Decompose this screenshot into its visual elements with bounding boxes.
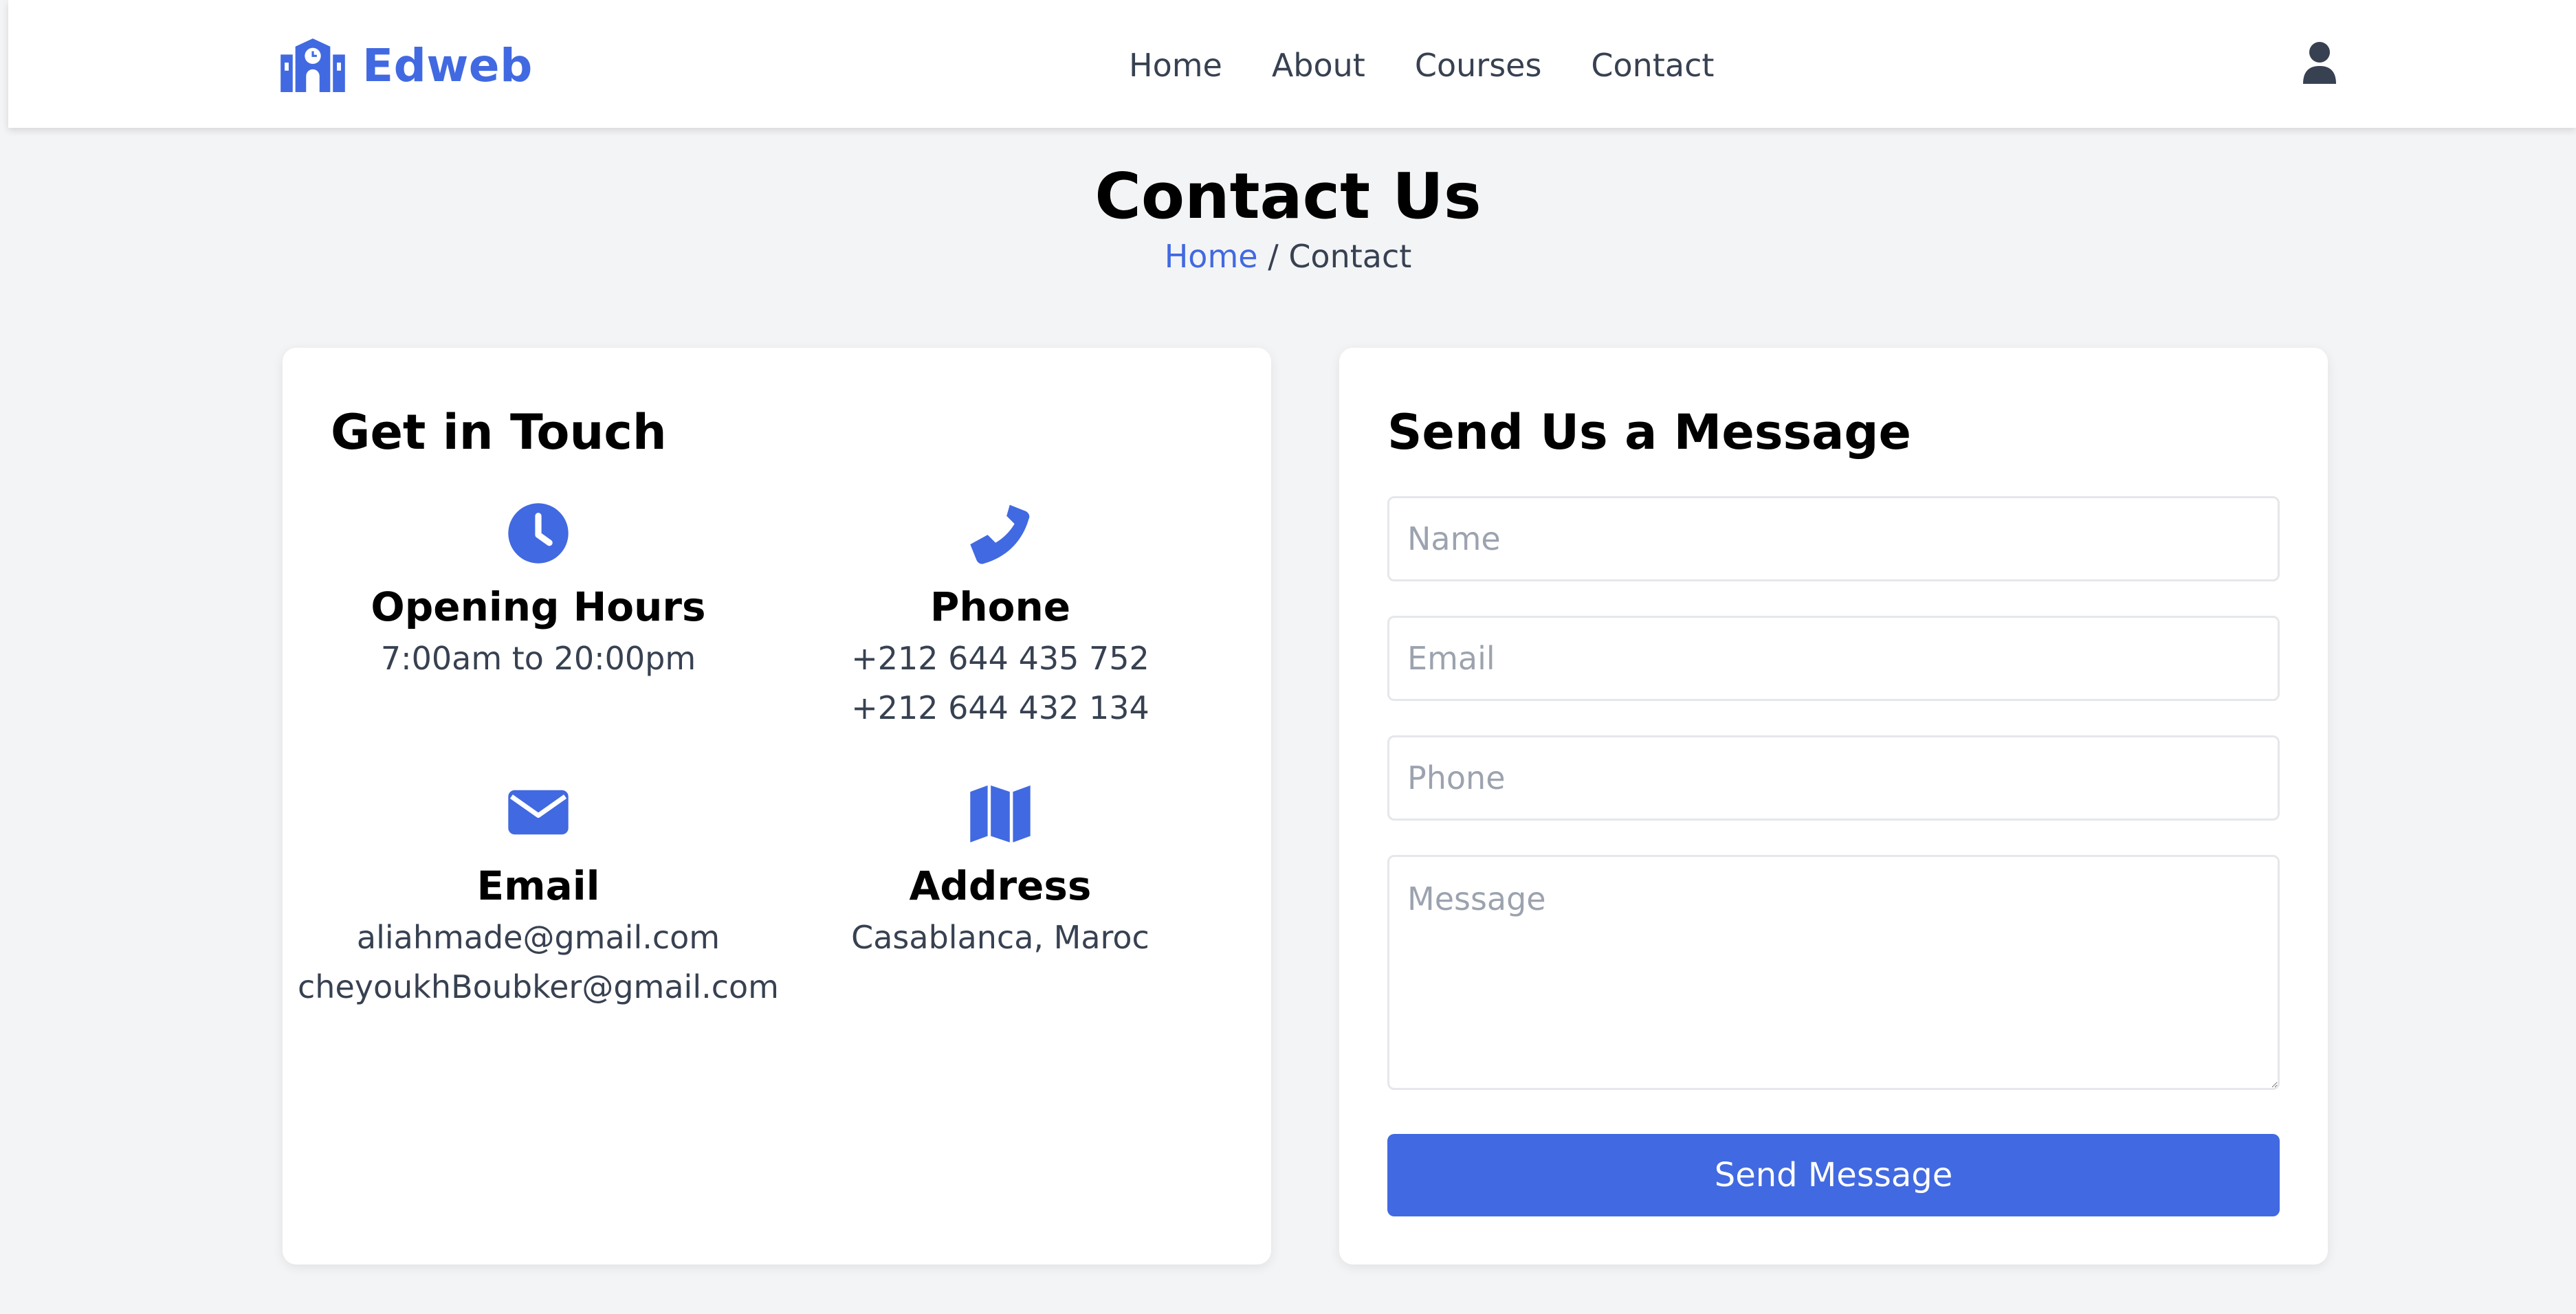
page-title: Contact Us (1094, 159, 1482, 233)
clock-icon (508, 503, 569, 564)
message-form-heading: Send Us a Message (1387, 404, 1911, 460)
brand-logo[interactable]: Edweb (280, 34, 533, 96)
nav-item-contact[interactable]: Contact (1591, 47, 1714, 84)
message-textarea[interactable] (1387, 855, 2280, 1090)
breadcrumb: Home / Contact (0, 238, 2576, 275)
phone-icon (970, 504, 1030, 564)
school-icon (280, 38, 345, 92)
nav-item-about[interactable]: About (1272, 47, 1365, 84)
address-title: Address (909, 862, 1092, 909)
phone-number-1: +212 644 435 752 (851, 640, 1149, 677)
name-input[interactable] (1387, 496, 2280, 581)
envelope-icon (508, 790, 569, 835)
nav-item-home[interactable]: Home (1129, 47, 1222, 84)
user-icon[interactable] (2302, 41, 2337, 85)
email-input[interactable] (1387, 616, 2280, 701)
address-block: Address Casablanca, Maroc (760, 781, 1241, 962)
send-message-button[interactable]: Send Message (1387, 1134, 2280, 1216)
email-block: Email aliahmade@gmail.com cheyoukhBoubke… (298, 781, 779, 1012)
opening-hours-title: Opening Hours (371, 583, 706, 630)
phone-block: Phone +212 644 435 752 +212 644 432 134 (760, 502, 1241, 733)
nav-item-courses[interactable]: Courses (1415, 47, 1542, 84)
phone-number-2: +212 644 432 134 (851, 689, 1149, 726)
email-title: Email (476, 862, 600, 909)
site-header: Edweb Home About Courses Contact (8, 0, 2576, 128)
address-value: Casablanca, Maroc (851, 919, 1149, 956)
email-address-2: cheyoukhBoubker@gmail.com (298, 968, 779, 1005)
breadcrumb-separator: / (1268, 238, 1279, 275)
phone-title: Phone (929, 583, 1071, 630)
opening-hours-block: Opening Hours 7:00am to 20:00pm (298, 502, 779, 683)
contact-info-card: Get in Touch Opening Hours 7:00am to 20:… (283, 348, 1271, 1265)
email-address-1: aliahmade@gmail.com (356, 919, 720, 956)
message-form-card: Send Us a Message Send Message (1339, 348, 2328, 1265)
phone-input[interactable] (1387, 735, 2280, 821)
main-nav: Home About Courses Contact (1129, 40, 1714, 91)
opening-hours-value: 7:00am to 20:00pm (380, 640, 696, 677)
breadcrumb-home-link[interactable]: Home (1165, 238, 1258, 275)
contact-info-heading: Get in Touch (331, 404, 667, 460)
brand-name: Edweb (362, 38, 533, 92)
map-icon (970, 785, 1031, 843)
breadcrumb-current: Contact (1288, 238, 1412, 275)
